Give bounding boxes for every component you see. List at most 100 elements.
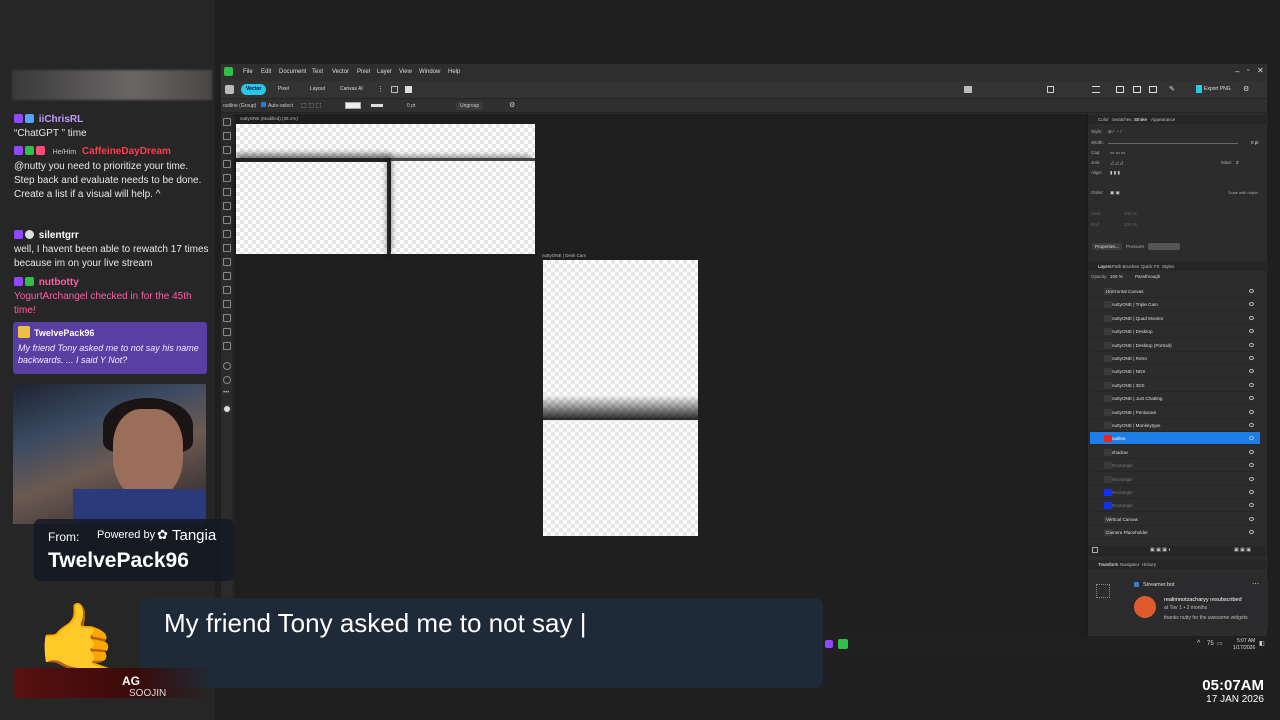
maximize-icon[interactable]: ▫ — [1247, 67, 1249, 74]
color-well-icon[interactable] — [222, 404, 232, 414]
frame-text-tool-icon[interactable] — [223, 286, 231, 294]
layer-row[interactable]: nuttyONE | Monkeytype — [1090, 419, 1260, 432]
transform-icon[interactable] — [391, 86, 398, 93]
stroke-width-value[interactable]: 0 pt — [1251, 140, 1259, 145]
visibility-icon[interactable] — [1249, 289, 1254, 293]
stroke-swatch[interactable] — [369, 102, 385, 109]
tab-layers[interactable]: Layers — [1098, 264, 1112, 269]
menu-help[interactable]: Help — [448, 69, 460, 75]
ungroup-button[interactable]: Ungroup — [456, 102, 484, 110]
layer-row[interactable]: nuttyONE | Quad Monitor — [1090, 312, 1260, 325]
layer-options-icon[interactable] — [1092, 547, 1098, 553]
persona-vector[interactable]: Vector — [241, 84, 267, 95]
visibility-icon[interactable] — [1249, 382, 1254, 387]
layer-row[interactable]: Rectangle — [1090, 486, 1260, 499]
eyedropper-tool-icon[interactable] — [223, 328, 231, 336]
tab-stroke[interactable]: Stroke — [1134, 117, 1147, 122]
snapping-icon[interactable] — [405, 86, 412, 93]
notification-icon[interactable]: ◧ — [1259, 640, 1265, 647]
boolean-icon[interactable] — [1047, 86, 1054, 93]
zoom-tool-icon[interactable] — [223, 376, 231, 384]
visibility-icon[interactable] — [1249, 463, 1254, 468]
crop-tool-icon[interactable] — [223, 314, 231, 322]
network-icon[interactable]: ▭ — [1217, 640, 1223, 647]
close-icon[interactable]: ✕ — [1257, 66, 1264, 75]
mitre-value[interactable]: 2 — [1236, 160, 1239, 165]
toast-menu-icon[interactable]: ⋯ — [1252, 580, 1259, 588]
color-picker-tool-icon[interactable] — [223, 342, 231, 350]
layer-row[interactable]: shadow — [1090, 446, 1260, 459]
menu-vector[interactable]: Vector — [332, 69, 349, 75]
visibility-icon[interactable] — [1249, 369, 1254, 374]
fill-tool-icon[interactable] — [223, 216, 231, 224]
persona-layout[interactable]: Layout — [305, 84, 330, 95]
move-tool-icon[interactable] — [223, 118, 231, 126]
order-icons[interactable]: ▣ ▣ — [1110, 190, 1120, 196]
visibility-icon[interactable] — [1249, 356, 1254, 360]
cap-icons[interactable]: ▭ ▭ ▭ — [1110, 150, 1125, 156]
layer-row[interactable]: Rectangle — [1090, 473, 1260, 486]
layer-row[interactable]: Camera Placeholder — [1090, 526, 1260, 540]
align-icon[interactable] — [1092, 86, 1100, 93]
autoselect-checkbox[interactable] — [261, 102, 266, 107]
end-pct[interactable]: 100 % — [1124, 222, 1137, 227]
anchor-grid-icon[interactable] — [1096, 584, 1110, 598]
corner-tool-icon[interactable] — [223, 160, 231, 168]
layer-row[interactable]: outline — [1090, 432, 1260, 446]
tab-color[interactable]: Color — [1098, 117, 1109, 122]
visibility-icon[interactable] — [1249, 476, 1254, 481]
twitch-taskbar-icon[interactable] — [825, 640, 833, 648]
picture-frame-tool-icon[interactable] — [223, 300, 231, 308]
menu-text[interactable]: Text — [312, 69, 323, 75]
group-icon[interactable] — [1116, 86, 1124, 93]
chat-username[interactable]: CaffeineDayDream — [82, 146, 171, 157]
pencil-tool-icon[interactable] — [223, 188, 231, 196]
layer-row[interactable]: Rectangle — [1090, 499, 1260, 513]
visibility-icon[interactable] — [1249, 315, 1254, 320]
ungroup-icon[interactable] — [1133, 86, 1141, 93]
gear-icon[interactable]: ⚙ — [509, 101, 515, 109]
text-tool-icon[interactable] — [223, 272, 231, 280]
hand-tool-icon[interactable] — [223, 362, 231, 370]
properties-button[interactable]: Properties... — [1092, 243, 1123, 250]
tab-transform[interactable]: Transform — [1098, 562, 1118, 567]
more-tools-icon[interactable]: ••• — [223, 390, 229, 396]
layer-row[interactable]: Vertical Canvas — [1090, 513, 1260, 526]
layer-row[interactable]: Rectangle — [1090, 459, 1260, 473]
stroke-width[interactable]: 0 pt — [407, 103, 415, 109]
node-tool-icon[interactable] — [223, 132, 231, 140]
align-icons[interactable]: ▮ ▮ ▮ — [1110, 170, 1120, 176]
redeem-username[interactable]: TwelvePack96 — [34, 328, 94, 338]
layer-row[interactable]: nuttyONE | Pentacam — [1090, 406, 1260, 419]
scale-with-object-label[interactable]: Scale with object — [1228, 190, 1258, 195]
settings-icon[interactable]: ⚙ — [1243, 85, 1249, 93]
layer-row[interactable]: Horizontal Canvas — [1090, 285, 1260, 298]
persona-canvas-ai[interactable]: Canvas AI — [335, 84, 368, 95]
layer-row[interactable]: nuttyONE | Desktop (Portrait) — [1090, 339, 1260, 352]
tray-chevron-icon[interactable]: ^ — [1197, 640, 1200, 647]
export-icon[interactable] — [1196, 85, 1202, 93]
layer-row[interactable]: nuttyONE | 3DS — [1090, 379, 1260, 392]
stroke-style-icons[interactable]: ⊘ ∕ ⋯ ∕ — [1108, 129, 1122, 135]
transparency-tool-icon[interactable] — [223, 230, 231, 238]
menu-document[interactable]: Document — [279, 69, 306, 75]
visibility-icon[interactable] — [1249, 302, 1254, 307]
visibility-icon[interactable] — [1249, 490, 1254, 494]
chat-username[interactable]: nutbotty — [39, 277, 79, 288]
blend-mode-select[interactable]: Passthrough — [1135, 274, 1160, 279]
layer-row[interactable]: nuttyONE | Just Chatting — [1090, 392, 1260, 406]
menu-file[interactable]: File — [243, 69, 253, 75]
notification-toast[interactable]: Streamer.bot ⋯ realimnotzacharyy resubsc… — [1126, 577, 1268, 629]
menu-layer[interactable]: Layer — [377, 69, 392, 75]
layer-actions-icons[interactable]: ▣ ▣ ▣ ◐ — [1150, 547, 1171, 553]
canvas-area[interactable]: nuttyONE (Modified) (35.1%) nuttyONE | D… — [234, 114, 1087, 654]
layer-row[interactable]: nuttyONE | Retro — [1090, 352, 1260, 365]
export-button[interactable]: Export PNG — [1204, 86, 1231, 92]
tab-quick-fx[interactable]: Quick FX — [1141, 264, 1160, 269]
taskbar-time[interactable]: 5:07 AM — [1237, 638, 1255, 644]
tab-styles[interactable]: Styles — [1162, 264, 1174, 269]
more-icon[interactable]: ⋮ — [377, 85, 384, 93]
start-pct[interactable]: 100 % — [1124, 211, 1137, 216]
document-tab[interactable]: nuttyONE (Modified) (35.1%) — [240, 116, 298, 121]
layer-row[interactable]: nuttyONE | NDS — [1090, 365, 1260, 379]
